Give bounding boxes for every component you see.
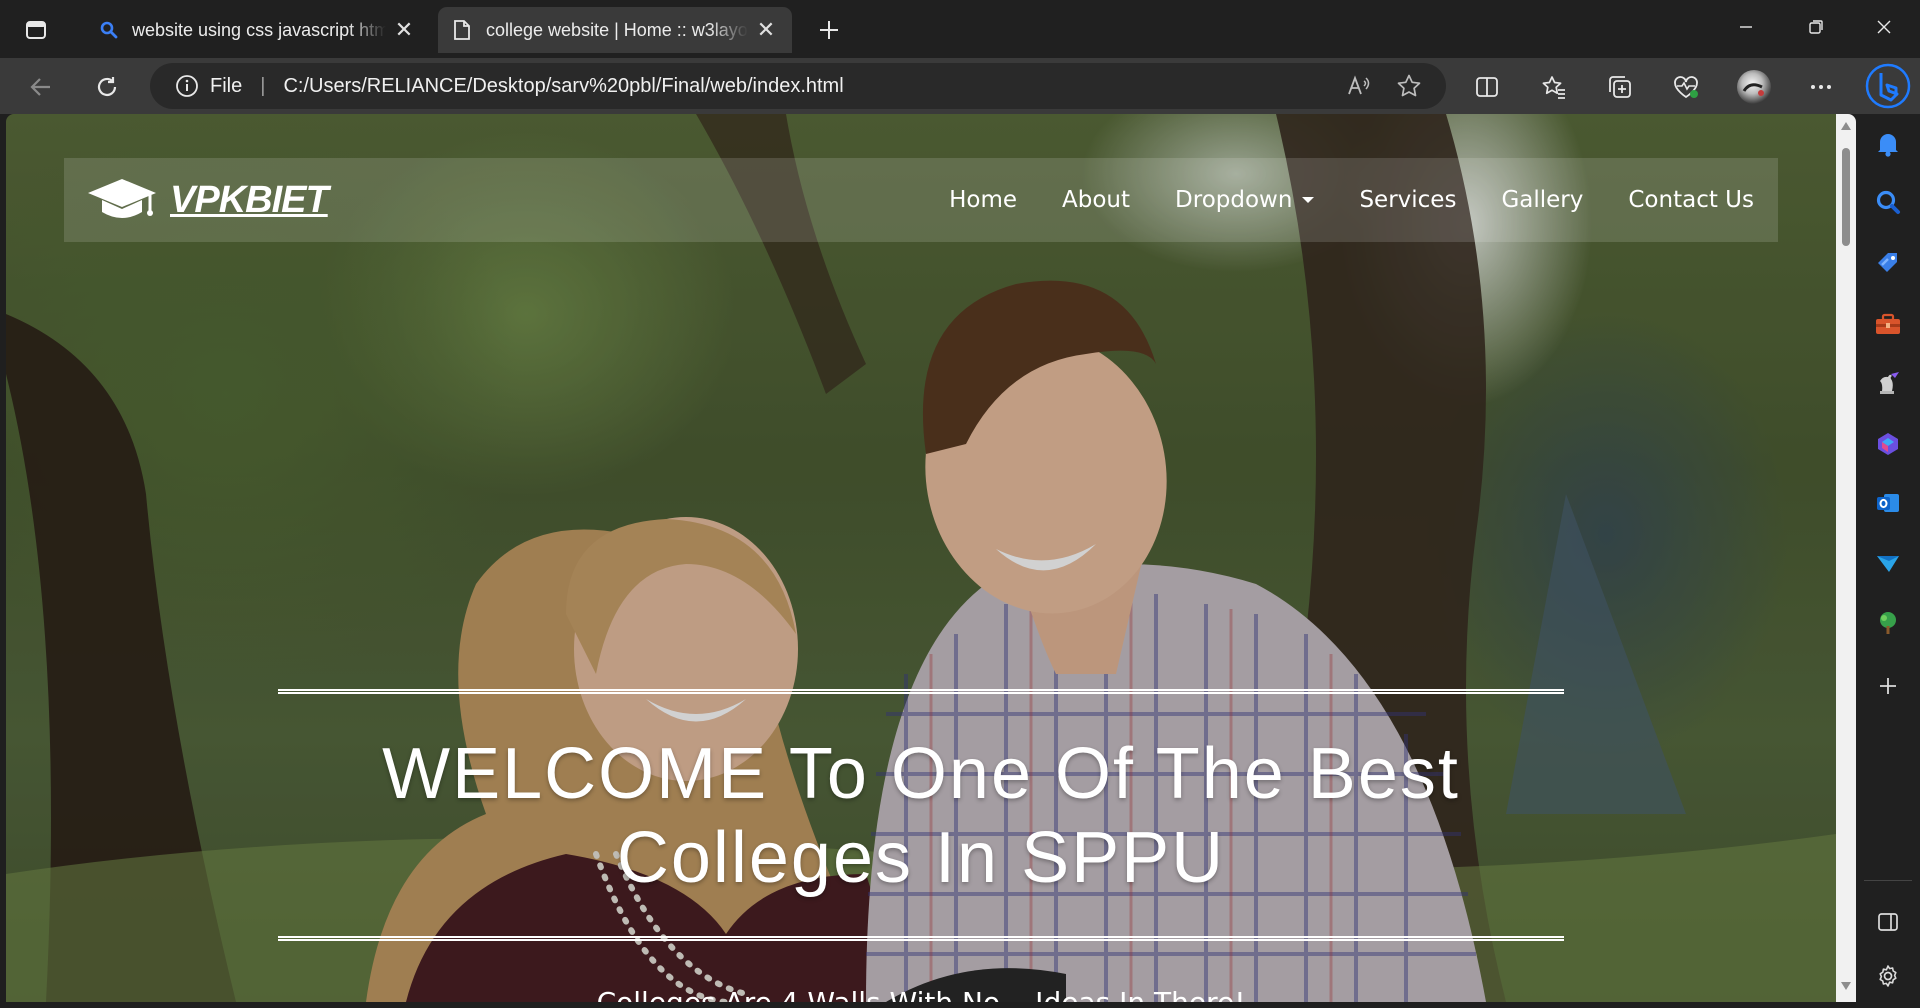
bell-icon bbox=[1878, 134, 1898, 157]
tab-title: college website | Home :: w3layouts bbox=[486, 19, 748, 40]
tab-title: website using css javascript html bbox=[132, 19, 386, 40]
bottom-double-rule bbox=[278, 936, 1564, 941]
nav-menu: Home About Dropdown Services Gallery Con… bbox=[904, 187, 1754, 213]
headline-line-2: Colleges In SPPU bbox=[616, 818, 1226, 898]
games-button[interactable] bbox=[1870, 366, 1906, 402]
minimize-button[interactable] bbox=[1726, 10, 1766, 44]
info-icon[interactable] bbox=[174, 73, 200, 99]
page-scrollbar[interactable] bbox=[1836, 114, 1856, 1002]
nav-home[interactable]: Home bbox=[949, 187, 1017, 213]
scroll-down-icon[interactable] bbox=[1840, 980, 1852, 992]
tag-icon bbox=[1878, 253, 1897, 272]
reload-button[interactable] bbox=[88, 68, 126, 106]
hero-headline: WELCOME To One Of The Best Colleges In S… bbox=[278, 732, 1564, 900]
split-screen-button[interactable] bbox=[1468, 68, 1506, 106]
shopping-button[interactable] bbox=[1870, 245, 1906, 281]
send-icon bbox=[1877, 556, 1899, 572]
url-text[interactable]: C:/Users/RELIANCE/Desktop/sarv%20pbl/Fin… bbox=[283, 75, 1340, 98]
tab-search[interactable]: website using css javascript html ✕ bbox=[86, 7, 430, 53]
caret-down-icon bbox=[1302, 197, 1315, 203]
split-screen-icon bbox=[1476, 77, 1498, 97]
settings-icon bbox=[1879, 965, 1897, 987]
collections-icon bbox=[1609, 76, 1631, 98]
restore-icon bbox=[1809, 20, 1823, 34]
hide-sidebar-button[interactable] bbox=[1870, 904, 1906, 940]
close-window-button[interactable] bbox=[1864, 10, 1904, 44]
copilot-button[interactable] bbox=[1864, 62, 1912, 110]
tools-button[interactable] bbox=[1870, 306, 1906, 342]
headline-line-1: WELCOME To One Of The Best bbox=[382, 734, 1460, 814]
nav-about[interactable]: About bbox=[1062, 187, 1130, 213]
new-tab-button[interactable] bbox=[812, 13, 846, 47]
favorites-button[interactable] bbox=[1535, 68, 1573, 106]
nav-dropdown-label: Dropdown bbox=[1175, 187, 1293, 213]
favorites-icon bbox=[1542, 76, 1565, 99]
close-icon[interactable]: ✕ bbox=[754, 17, 778, 42]
games-icon bbox=[1880, 372, 1899, 394]
minimize-icon bbox=[1740, 26, 1752, 28]
avatar bbox=[1737, 70, 1771, 104]
notifications-button[interactable] bbox=[1870, 126, 1906, 162]
tab-actions-button[interactable] bbox=[20, 14, 52, 46]
page-viewport: VPKBIET Home About Dropdown Services Gal… bbox=[6, 114, 1856, 1002]
nav-dropdown[interactable]: Dropdown bbox=[1175, 187, 1315, 213]
restore-button[interactable] bbox=[1796, 10, 1836, 44]
tree-button[interactable] bbox=[1870, 605, 1906, 641]
add-sidebar-app-button[interactable] bbox=[1870, 668, 1906, 704]
site-navbar: VPKBIET Home About Dropdown Services Gal… bbox=[64, 158, 1778, 242]
toolbox-icon bbox=[1876, 313, 1900, 334]
close-icon[interactable]: ✕ bbox=[392, 17, 416, 42]
nav-contact-us[interactable]: Contact Us bbox=[1628, 187, 1754, 213]
top-double-rule bbox=[278, 689, 1564, 694]
m365-button[interactable] bbox=[1870, 426, 1906, 462]
read-aloud-icon[interactable] bbox=[1340, 67, 1378, 105]
protocol-label: File bbox=[210, 74, 243, 97]
sidebar-search-button[interactable] bbox=[1870, 184, 1906, 220]
collections-button[interactable] bbox=[1601, 68, 1639, 106]
edge-sidebar bbox=[1856, 114, 1920, 1008]
brand-name: VPKBIET bbox=[170, 178, 329, 221]
tree-icon bbox=[1880, 612, 1896, 634]
back-button[interactable] bbox=[22, 68, 60, 106]
favorite-star-icon[interactable] bbox=[1390, 67, 1428, 105]
graduation-cap-icon bbox=[88, 179, 156, 218]
heart-pulse-icon bbox=[1674, 76, 1698, 99]
add-icon bbox=[1880, 678, 1896, 694]
tab-actions-icon bbox=[26, 21, 46, 39]
bing-copilot-icon bbox=[1865, 63, 1911, 109]
close-icon bbox=[1877, 20, 1891, 34]
brand-link[interactable]: VPKBIET bbox=[86, 175, 329, 225]
browser-toolbar: File | C:/Users/RELIANCE/Desktop/sarv%20… bbox=[0, 58, 1920, 114]
scroll-up-icon[interactable] bbox=[1840, 120, 1852, 132]
back-arrow-icon bbox=[30, 78, 50, 96]
tab-college-website[interactable]: college website | Home :: w3layouts ✕ bbox=[438, 7, 792, 53]
copilot-icon bbox=[1878, 433, 1898, 455]
tab-strip: website using css javascript html ✕ coll… bbox=[0, 0, 1920, 58]
address-bar[interactable]: File | C:/Users/RELIANCE/Desktop/sarv%20… bbox=[150, 63, 1446, 109]
drop-button[interactable] bbox=[1870, 545, 1906, 581]
sidebar-settings-button[interactable] bbox=[1870, 958, 1906, 994]
hero-subline: Colleges Are 4 Walls With No... Ideas In… bbox=[278, 986, 1564, 1002]
scrollbar-thumb[interactable] bbox=[1842, 148, 1850, 246]
profile-button[interactable] bbox=[1735, 68, 1773, 106]
more-icon bbox=[1811, 85, 1831, 89]
page-icon bbox=[454, 20, 470, 40]
plus-icon bbox=[820, 21, 838, 39]
browser-essentials-button[interactable] bbox=[1667, 68, 1705, 106]
outlook-icon bbox=[1877, 494, 1899, 512]
separator: | bbox=[260, 74, 266, 97]
sidebar-divider bbox=[1864, 880, 1912, 881]
nav-services[interactable]: Services bbox=[1359, 187, 1456, 213]
search-icon bbox=[100, 21, 118, 39]
search-icon bbox=[1876, 190, 1900, 214]
more-options-button[interactable] bbox=[1802, 68, 1840, 106]
nav-gallery[interactable]: Gallery bbox=[1501, 187, 1583, 213]
reload-icon bbox=[97, 77, 117, 96]
hero-banner: VPKBIET Home About Dropdown Services Gal… bbox=[6, 114, 1836, 1002]
sidebar-toggle-icon bbox=[1878, 913, 1898, 931]
outlook-button[interactable] bbox=[1870, 485, 1906, 521]
